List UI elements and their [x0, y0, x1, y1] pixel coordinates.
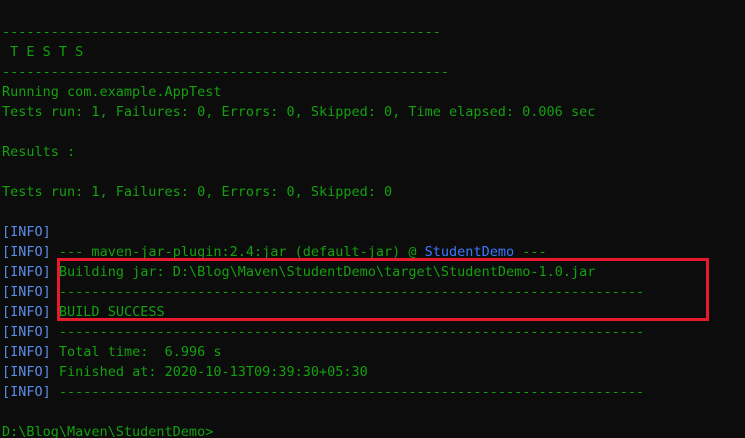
log-level-tag: INFO	[10, 304, 43, 320]
bracket: ]	[42, 284, 51, 300]
bracket: [	[2, 304, 11, 320]
terminal-line: T E S T S	[2, 42, 644, 62]
terminal-line: Tests run: 1, Failures: 0, Errors: 0, Sk…	[2, 102, 644, 122]
terminal-line: [INFO]	[2, 222, 644, 242]
bracket: ]	[42, 324, 51, 340]
bracket: [	[2, 324, 11, 340]
line-text: ----------------------------------------…	[50, 324, 645, 340]
log-level-tag: INFO	[10, 344, 43, 360]
terminal-output: ----------------------------------------…	[2, 22, 644, 438]
terminal-line: ----------------------------------------…	[2, 22, 644, 42]
log-level-tag: INFO	[10, 384, 43, 400]
bracket: [	[2, 364, 11, 380]
bracket: [	[2, 244, 11, 260]
bracket: ]	[42, 304, 51, 320]
bracket: ]	[42, 264, 51, 280]
highlight-box	[57, 258, 709, 321]
line-text: Total time: 6.996 s	[50, 344, 222, 360]
line-text: Tests run: 1, Failures: 0, Errors: 0, Sk…	[2, 104, 596, 120]
line-text: ----------------------------------------…	[2, 64, 450, 80]
log-level-tag: INFO	[10, 264, 43, 280]
line-text: Finished at: 2020-10-13T09:39:30+05:30	[50, 364, 368, 380]
bracket: [	[2, 344, 11, 360]
terminal-line: [INFO] ---------------------------------…	[2, 382, 644, 402]
prompt-path: D:\Blog\Maven\StudentDemo>	[2, 424, 214, 438]
log-level-tag: INFO	[10, 364, 43, 380]
terminal-line: [INFO] Total time: 6.996 s	[2, 342, 644, 362]
bracket: ]	[42, 224, 51, 240]
terminal-line: [INFO] ---------------------------------…	[2, 322, 644, 342]
log-level-tag: INFO	[10, 224, 43, 240]
terminal-window[interactable]: ----------------------------------------…	[0, 0, 745, 438]
line-text: ----------------------------------------…	[50, 384, 645, 400]
bracket: [	[2, 224, 11, 240]
terminal-line: ----------------------------------------…	[2, 62, 644, 82]
bracket: ]	[42, 244, 51, 260]
bracket: ]	[42, 364, 51, 380]
line-text: T E S T S	[2, 44, 84, 60]
line-text: Running com.example.AppTest	[2, 84, 222, 100]
command-prompt[interactable]: D:\Blog\Maven\StudentDemo>	[2, 422, 644, 438]
bracket: [	[2, 284, 11, 300]
line-text: Tests run: 1, Failures: 0, Errors: 0, Sk…	[2, 184, 393, 200]
bracket: [	[2, 264, 11, 280]
log-level-tag: INFO	[10, 324, 43, 340]
bracket: ]	[42, 344, 51, 360]
log-level-tag: INFO	[10, 284, 43, 300]
terminal-line: Tests run: 1, Failures: 0, Errors: 0, Sk…	[2, 182, 644, 202]
terminal-line: Results :	[2, 142, 644, 162]
terminal-line: Running com.example.AppTest	[2, 82, 644, 102]
bracket: ]	[42, 384, 51, 400]
log-level-tag: INFO	[10, 244, 43, 260]
line-text: Results :	[2, 144, 76, 160]
line-text: ----------------------------------------…	[2, 24, 441, 40]
terminal-line: [INFO] Finished at: 2020-10-13T09:39:30+…	[2, 362, 644, 382]
bracket: [	[2, 384, 11, 400]
